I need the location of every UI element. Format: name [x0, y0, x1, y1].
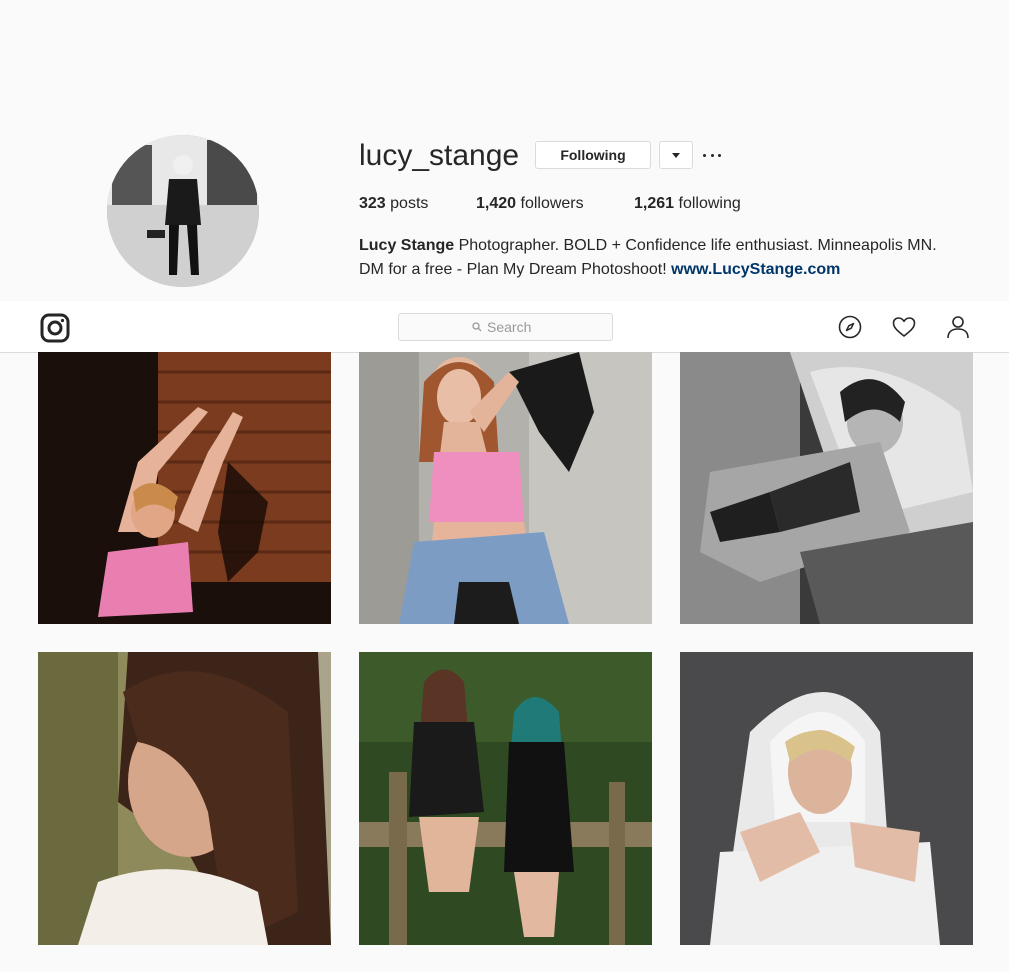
post-thumbnail[interactable] — [359, 652, 652, 945]
avatar-photo — [107, 135, 259, 287]
profile-avatar[interactable] — [107, 135, 259, 287]
profile-person-icon[interactable] — [946, 315, 970, 339]
posts-label: posts — [390, 195, 429, 212]
post-thumbnail[interactable] — [38, 652, 331, 945]
post-thumbnail[interactable] — [680, 352, 973, 624]
profile-full-name: Lucy Stange — [359, 237, 455, 254]
following-label: following — [678, 195, 741, 212]
stat-posts: 323 posts — [359, 194, 428, 214]
instagram-logo-icon[interactable] — [40, 313, 70, 343]
post-photo — [38, 652, 331, 945]
more-options-button[interactable] — [703, 145, 721, 165]
stat-followers[interactable]: 1,420 followers — [476, 194, 584, 214]
profile-bio: Lucy Stange Photographer. BOLD + Confide… — [359, 234, 999, 282]
post-photo — [680, 652, 973, 945]
bio-text-2: DM for a free - Plan My Dream Photoshoot… — [359, 261, 672, 278]
post-photo — [680, 352, 973, 624]
search-icon — [472, 322, 482, 332]
profile-username: lucy_stange — [359, 139, 520, 172]
post-thumbnail[interactable] — [38, 352, 331, 624]
search-input[interactable] — [487, 319, 539, 335]
activity-heart-icon[interactable] — [892, 315, 916, 339]
ellipsis-dot — [710, 153, 714, 157]
search-box[interactable] — [398, 313, 613, 341]
chevron-down-icon — [672, 152, 680, 158]
top-navbar — [0, 301, 1009, 353]
ellipsis-dot — [703, 153, 706, 157]
following-count: 1,261 — [634, 195, 675, 212]
bio-website-link[interactable]: www.LucyStange.com — [671, 261, 840, 278]
explore-compass-icon[interactable] — [838, 315, 862, 339]
suggested-accounts-dropdown-button[interactable] — [659, 141, 693, 169]
post-photo — [38, 352, 331, 624]
following-button[interactable]: Following — [535, 141, 651, 169]
post-photo — [359, 652, 652, 945]
followers-label: followers — [520, 195, 584, 212]
posts-count: 323 — [359, 195, 386, 212]
bio-text: Photographer. BOLD + Confidence life ent… — [454, 237, 937, 254]
bio-line-2: DM for a free - Plan My Dream Photoshoot… — [359, 258, 999, 282]
post-thumbnail[interactable] — [680, 652, 973, 945]
post-thumbnail[interactable] — [359, 352, 652, 624]
post-photo — [359, 352, 652, 624]
bio-line-1: Lucy Stange Photographer. BOLD + Confide… — [359, 234, 999, 258]
followers-count: 1,420 — [476, 195, 517, 212]
stat-following[interactable]: 1,261 following — [634, 194, 741, 214]
ellipsis-dot — [718, 153, 721, 157]
